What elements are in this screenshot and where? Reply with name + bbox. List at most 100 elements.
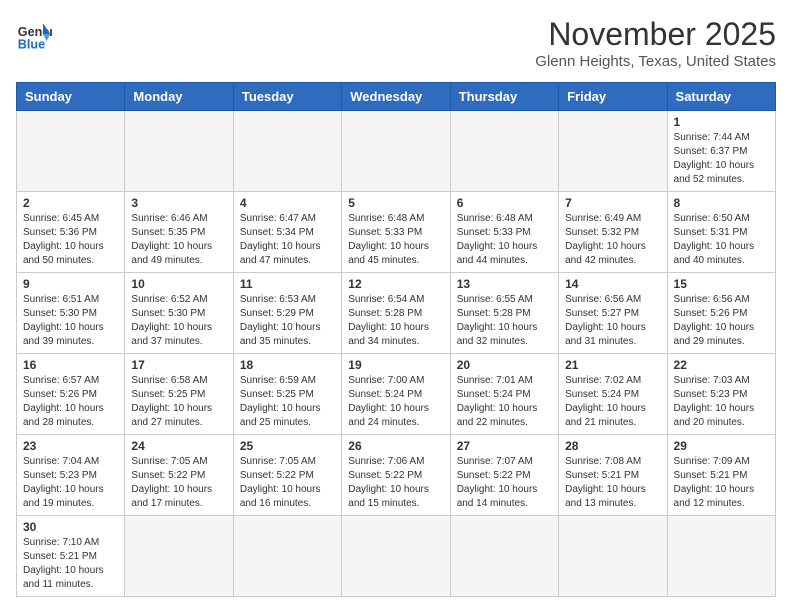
calendar-day-cell bbox=[450, 111, 558, 192]
calendar-day-cell: 4Sunrise: 6:47 AMSunset: 5:34 PMDaylight… bbox=[233, 192, 341, 273]
day-info: Sunrise: 6:59 AMSunset: 5:25 PMDaylight:… bbox=[240, 374, 335, 430]
day-number: 4 bbox=[240, 196, 335, 210]
calendar-week-row: 30Sunrise: 7:10 AMSunset: 5:21 PMDayligh… bbox=[17, 516, 776, 597]
day-info: Sunrise: 6:51 AMSunset: 5:30 PMDaylight:… bbox=[23, 293, 118, 349]
calendar-day-cell bbox=[559, 516, 667, 597]
day-number: 6 bbox=[457, 196, 552, 210]
calendar-week-row: 1 Sunrise: 7:44 AMSunset: 6:37 PMDaylight… bbox=[17, 111, 776, 192]
day-number: 19 bbox=[348, 358, 443, 372]
calendar-day-cell: 10 Sunrise: 6:52 AMSunset: 5:30 PMDayligh… bbox=[125, 273, 233, 354]
day-info: Sunrise: 7:03 AMSunset: 5:23 PMDaylight:… bbox=[674, 374, 769, 430]
calendar-header-saturday: Saturday bbox=[667, 83, 775, 111]
calendar-day-cell: 19Sunrise: 7:00 AMSunset: 5:24 PMDayligh… bbox=[342, 354, 450, 435]
calendar-day-cell: 12 Sunrise: 6:54 AMSunset: 5:28 PMDayligh… bbox=[342, 273, 450, 354]
calendar-day-cell: 13 Sunrise: 6:55 AMSunset: 5:28 PMDayligh… bbox=[450, 273, 558, 354]
calendar-day-cell: 8 Sunrise: 6:50 AMSunset: 5:31 PMDaylight… bbox=[667, 192, 775, 273]
day-number: 26 bbox=[348, 439, 443, 453]
calendar-day-cell: 15Sunrise: 6:56 AMSunset: 5:26 PMDayligh… bbox=[667, 273, 775, 354]
calendar-day-cell: 11Sunrise: 6:53 AMSunset: 5:29 PMDayligh… bbox=[233, 273, 341, 354]
calendar-day-cell: 28 Sunrise: 7:08 AMSunset: 5:21 PMDayligh… bbox=[559, 435, 667, 516]
day-number: 13 bbox=[457, 277, 552, 291]
calendar-day-cell bbox=[559, 111, 667, 192]
day-info: Sunrise: 6:53 AMSunset: 5:29 PMDaylight:… bbox=[240, 293, 335, 349]
day-number: 9 bbox=[23, 277, 118, 291]
day-info: Sunrise: 6:55 AMSunset: 5:28 PMDaylight:… bbox=[457, 293, 552, 349]
day-number: 3 bbox=[131, 196, 226, 210]
day-info: Sunrise: 6:46 AMSunset: 5:35 PMDaylight:… bbox=[131, 212, 226, 268]
title-section: November 2025 Glenn Heights, Texas, Unit… bbox=[535, 16, 776, 70]
calendar-day-cell: 27 Sunrise: 7:07 AMSunset: 5:22 PMDayligh… bbox=[450, 435, 558, 516]
day-number: 18 bbox=[240, 358, 335, 372]
day-info: Sunrise: 7:05 AMSunset: 5:22 PMDaylight:… bbox=[131, 455, 226, 511]
calendar-week-row: 16 Sunrise: 6:57 AMSunset: 5:26 PMDayligh… bbox=[17, 354, 776, 435]
calendar-day-cell: 20Sunrise: 7:01 AMSunset: 5:24 PMDayligh… bbox=[450, 354, 558, 435]
day-info: Sunrise: 6:56 AMSunset: 5:26 PMDaylight:… bbox=[674, 293, 769, 349]
day-number: 20 bbox=[457, 358, 552, 372]
month-title: November 2025 bbox=[535, 16, 776, 53]
day-number: 10 bbox=[131, 277, 226, 291]
day-info: Sunrise: 6:49 AMSunset: 5:32 PMDaylight:… bbox=[565, 212, 660, 268]
calendar-day-cell: 18 Sunrise: 6:59 AMSunset: 5:25 PMDayligh… bbox=[233, 354, 341, 435]
day-number: 12 bbox=[348, 277, 443, 291]
calendar-day-cell: 30Sunrise: 7:10 AMSunset: 5:21 PMDayligh… bbox=[17, 516, 125, 597]
day-number: 23 bbox=[23, 439, 118, 453]
calendar-header-thursday: Thursday bbox=[450, 83, 558, 111]
day-number: 7 bbox=[565, 196, 660, 210]
calendar-day-cell bbox=[342, 516, 450, 597]
calendar-header-row: SundayMondayTuesdayWednesdayThursdayFrid… bbox=[17, 83, 776, 111]
day-number: 21 bbox=[565, 358, 660, 372]
calendar-header-sunday: Sunday bbox=[17, 83, 125, 111]
day-info: Sunrise: 6:54 AMSunset: 5:28 PMDaylight:… bbox=[348, 293, 443, 349]
calendar-day-cell bbox=[125, 111, 233, 192]
day-number: 29 bbox=[674, 439, 769, 453]
logo: General Blue bbox=[16, 16, 52, 52]
day-number: 5 bbox=[348, 196, 443, 210]
calendar-header-friday: Friday bbox=[559, 83, 667, 111]
location-title: Glenn Heights, Texas, United States bbox=[535, 53, 776, 70]
day-info: Sunrise: 7:02 AMSunset: 5:24 PMDaylight:… bbox=[565, 374, 660, 430]
logo-icon: General Blue bbox=[16, 16, 52, 52]
calendar-day-cell bbox=[667, 516, 775, 597]
calendar-day-cell bbox=[233, 111, 341, 192]
day-number: 28 bbox=[565, 439, 660, 453]
calendar-day-cell bbox=[125, 516, 233, 597]
calendar-day-cell: 14 Sunrise: 6:56 AMSunset: 5:27 PMDayligh… bbox=[559, 273, 667, 354]
day-info: Sunrise: 7:08 AMSunset: 5:21 PMDaylight:… bbox=[565, 455, 660, 511]
day-info: Sunrise: 7:06 AMSunset: 5:22 PMDaylight:… bbox=[348, 455, 443, 511]
day-number: 16 bbox=[23, 358, 118, 372]
day-number: 2 bbox=[23, 196, 118, 210]
day-info: Sunrise: 7:07 AMSunset: 5:22 PMDaylight:… bbox=[457, 455, 552, 511]
calendar-day-cell: 25Sunrise: 7:05 AMSunset: 5:22 PMDayligh… bbox=[233, 435, 341, 516]
calendar-day-cell bbox=[17, 111, 125, 192]
calendar-day-cell bbox=[233, 516, 341, 597]
day-info: Sunrise: 6:56 AMSunset: 5:27 PMDaylight:… bbox=[565, 293, 660, 349]
day-number: 1 bbox=[674, 115, 769, 129]
day-info: Sunrise: 6:48 AMSunset: 5:33 PMDaylight:… bbox=[348, 212, 443, 268]
calendar-day-cell: 5 Sunrise: 6:48 AMSunset: 5:33 PMDaylight… bbox=[342, 192, 450, 273]
day-info: Sunrise: 6:50 AMSunset: 5:31 PMDaylight:… bbox=[674, 212, 769, 268]
calendar-day-cell: 24Sunrise: 7:05 AMSunset: 5:22 PMDayligh… bbox=[125, 435, 233, 516]
day-number: 8 bbox=[674, 196, 769, 210]
day-number: 25 bbox=[240, 439, 335, 453]
calendar-header-monday: Monday bbox=[125, 83, 233, 111]
calendar-day-cell: 22Sunrise: 7:03 AMSunset: 5:23 PMDayligh… bbox=[667, 354, 775, 435]
calendar-day-cell: 21 Sunrise: 7:02 AMSunset: 5:24 PMDayligh… bbox=[559, 354, 667, 435]
calendar-week-row: 9 Sunrise: 6:51 AMSunset: 5:30 PMDaylight… bbox=[17, 273, 776, 354]
day-number: 27 bbox=[457, 439, 552, 453]
calendar-day-cell: 26 Sunrise: 7:06 AMSunset: 5:22 PMDayligh… bbox=[342, 435, 450, 516]
calendar-header-tuesday: Tuesday bbox=[233, 83, 341, 111]
day-number: 14 bbox=[565, 277, 660, 291]
calendar-day-cell: 7 Sunrise: 6:49 AMSunset: 5:32 PMDaylight… bbox=[559, 192, 667, 273]
day-info: Sunrise: 6:48 AMSunset: 5:33 PMDaylight:… bbox=[457, 212, 552, 268]
day-info: Sunrise: 7:04 AMSunset: 5:23 PMDaylight:… bbox=[23, 455, 118, 511]
day-info: Sunrise: 7:10 AMSunset: 5:21 PMDaylight:… bbox=[23, 536, 118, 592]
day-info: Sunrise: 6:57 AMSunset: 5:26 PMDaylight:… bbox=[23, 374, 118, 430]
calendar-week-row: 23 Sunrise: 7:04 AMSunset: 5:23 PMDayligh… bbox=[17, 435, 776, 516]
day-number: 17 bbox=[131, 358, 226, 372]
day-info: Sunrise: 7:09 AMSunset: 5:21 PMDaylight:… bbox=[674, 455, 769, 511]
calendar-day-cell: 9 Sunrise: 6:51 AMSunset: 5:30 PMDaylight… bbox=[17, 273, 125, 354]
day-info: Sunrise: 7:44 AMSunset: 6:37 PMDaylight:… bbox=[674, 131, 769, 187]
day-info: Sunrise: 6:52 AMSunset: 5:30 PMDaylight:… bbox=[131, 293, 226, 349]
day-info: Sunrise: 6:45 AMSunset: 5:36 PMDaylight:… bbox=[23, 212, 118, 268]
calendar-day-cell: 23 Sunrise: 7:04 AMSunset: 5:23 PMDayligh… bbox=[17, 435, 125, 516]
